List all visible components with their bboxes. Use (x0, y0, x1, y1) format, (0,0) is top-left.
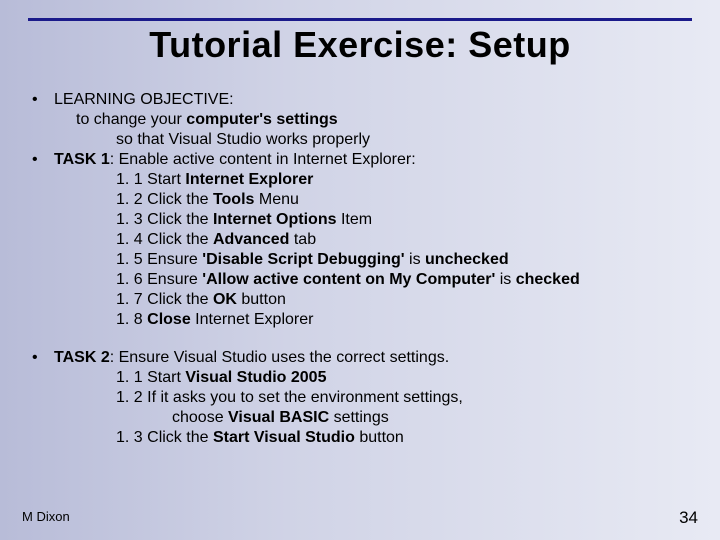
task1-step-2: 1. 2 Click the Tools Menu (116, 190, 688, 210)
bullet-icon: • (32, 90, 54, 110)
task1-label: TASK 1: Enable active content in Interne… (54, 150, 416, 170)
task2-step-2: 1. 2 If it asks you to set the environme… (116, 388, 688, 408)
learning-objective-label: LEARNING OBJECTIVE: (54, 90, 234, 110)
task1-step-6: 1. 6 Ensure 'Allow active content on My … (116, 270, 688, 290)
slide-body: • LEARNING OBJECTIVE: to change your com… (32, 90, 688, 448)
task2-step-1: 1. 1 Start Visual Studio 2005 (116, 368, 688, 388)
task1-step-8: 1. 8 Close Internet Explorer (116, 310, 688, 330)
task2-step-2b: choose Visual BASIC settings (172, 408, 688, 428)
objective-line-2: so that Visual Studio works properly (116, 130, 688, 150)
task2-row: • TASK 2: Ensure Visual Studio uses the … (32, 348, 688, 368)
slide-title: Tutorial Exercise: Setup (0, 24, 720, 66)
header-rule (28, 18, 692, 21)
task1-step-4: 1. 4 Click the Advanced tab (116, 230, 688, 250)
task1-step-7: 1. 7 Click the OK button (116, 290, 688, 310)
objective-line-1: to change your computer's settings (76, 110, 688, 130)
task2-label: TASK 2: Ensure Visual Studio uses the co… (54, 348, 449, 368)
task1-step-1: 1. 1 Start Internet Explorer (116, 170, 688, 190)
footer-author: M Dixon (22, 509, 70, 524)
task1-row: • TASK 1: Enable active content in Inter… (32, 150, 688, 170)
task1-step-5: 1. 5 Ensure 'Disable Script Debugging' i… (116, 250, 688, 270)
task2-step-3: 1. 3 Click the Start Visual Studio butto… (116, 428, 688, 448)
bullet-icon: • (32, 348, 54, 368)
bullet-icon: • (32, 150, 54, 170)
task1-step-3: 1. 3 Click the Internet Options Item (116, 210, 688, 230)
page-number: 34 (679, 508, 698, 528)
learning-objective-row: • LEARNING OBJECTIVE: (32, 90, 688, 110)
